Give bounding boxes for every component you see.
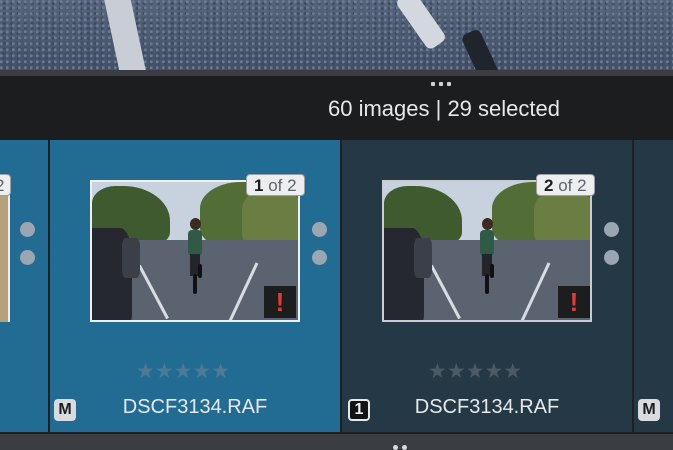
menu-dots-icon[interactable] — [312, 222, 327, 265]
preview-road-crack — [460, 28, 500, 70]
star-rating[interactable]: ★★★★★ — [428, 359, 522, 384]
filmstrip-cell[interactable]: 2 of 2 ! ★★★★★ DSCF3134.RAF 1 — [342, 140, 632, 432]
filmstrip-cell[interactable]: 1 of 2 ! ★★★★★ DSCF3134.RAF M — [50, 140, 340, 432]
star-rating[interactable]: ★★★★★ — [136, 359, 230, 384]
preview-road-marking — [394, 0, 448, 51]
selection-status: 60 images | 29 selected — [328, 96, 560, 121]
warning-icon[interactable]: ! — [558, 286, 590, 318]
filmstrip: 2 1 of 2 ! ★★★★★ DSCF3134.RAF M — [0, 140, 673, 434]
resize-grip-icon[interactable] — [431, 82, 451, 86]
menu-dots-icon[interactable] — [604, 222, 619, 265]
manual-edit-badge: M — [54, 399, 76, 421]
menu-dots-icon[interactable] — [20, 222, 35, 265]
warning-icon[interactable]: ! — [264, 286, 296, 318]
thumbnail[interactable] — [0, 180, 10, 322]
stack-position-badge: 2 of 2 — [536, 174, 595, 196]
stack-count-badge: 2 — [0, 174, 12, 196]
manual-edit-badge: M — [638, 399, 660, 421]
filmstrip-cell-partial-right[interactable]: M — [634, 140, 673, 432]
preview-road-marking — [102, 0, 148, 70]
file-name: DSCF3134.RAF — [122, 396, 268, 418]
filmstrip-cell-partial-left[interactable]: 2 — [0, 140, 48, 432]
stack-number-badge: 1 — [348, 399, 370, 421]
photo-preview[interactable] — [0, 0, 673, 70]
stack-position-badge: 1 of 2 — [246, 174, 305, 196]
file-name: DSCF3134.RAF — [414, 396, 560, 418]
bottom-divider[interactable] — [0, 434, 673, 450]
resize-grip-icon[interactable] — [393, 445, 407, 450]
